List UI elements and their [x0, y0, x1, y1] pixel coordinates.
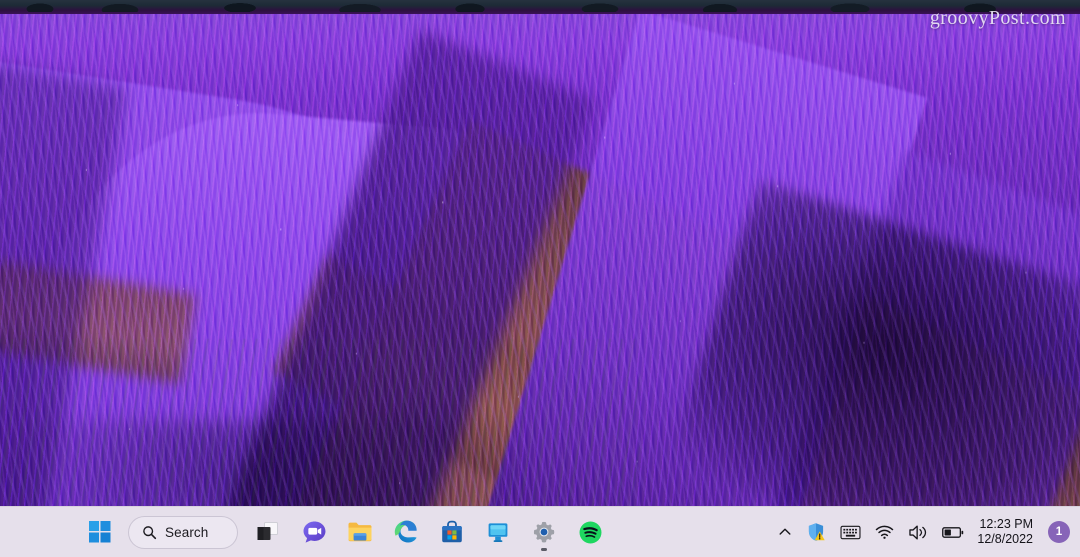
keyboard-icon: [840, 525, 861, 540]
taskbar-item-chat[interactable]: [292, 510, 336, 554]
wallpaper-stems: [0, 339, 640, 509]
notification-badge[interactable]: 1: [1048, 521, 1070, 543]
desktop[interactable]: groovyPost.com: [0, 0, 1080, 557]
chevron-up-icon: [778, 525, 792, 539]
clock[interactable]: 12:23 PM 12/8/2022: [971, 512, 1042, 552]
taskbar-item-microsoft-store[interactable]: [430, 510, 474, 554]
taskbar-item-microsoft-edge[interactable]: [384, 510, 428, 554]
taskbar-item-file-explorer[interactable]: [338, 510, 382, 554]
edge-icon: [393, 519, 419, 545]
speaker-icon: [908, 524, 928, 541]
windows-logo-icon: [89, 521, 111, 543]
taskbar-center-group: Search: [78, 507, 771, 557]
search-label: Search: [165, 524, 209, 540]
clock-time: 12:23 PM: [979, 516, 1033, 531]
gear-icon: [532, 520, 556, 544]
taskbar-item-task-view[interactable]: [246, 510, 290, 554]
clock-date: 12/8/2022: [977, 532, 1033, 546]
active-app-indicator: [541, 548, 547, 551]
monitor-icon: [486, 520, 510, 544]
search-icon: [142, 525, 157, 540]
taskbar-item-display-app[interactable]: [476, 510, 520, 554]
search-input[interactable]: Search: [128, 515, 238, 549]
task-view-icon: [256, 521, 280, 543]
tray-item-volume[interactable]: [901, 512, 935, 552]
tray-item-battery[interactable]: [935, 512, 971, 552]
chat-icon: [302, 520, 327, 545]
system-tray: 12:23 PM 12/8/2022 1: [771, 507, 1080, 557]
spotify-icon: [578, 520, 603, 545]
taskbar[interactable]: Search 12:23 PM 12/8/2022 1: [0, 506, 1080, 557]
watermark: groovyPost.com: [929, 7, 1066, 29]
folder-icon: [347, 520, 373, 544]
store-icon: [440, 520, 464, 544]
start-button[interactable]: [78, 510, 122, 554]
show-hidden-icons-button[interactable]: [771, 512, 799, 552]
shield-warning-icon: [806, 522, 826, 542]
battery-icon: [942, 526, 964, 539]
tray-item-network[interactable]: [868, 512, 901, 552]
wallpaper-treeline: [0, 0, 1080, 12]
tray-item-touch-keyboard[interactable]: [833, 512, 868, 552]
taskbar-item-spotify[interactable]: [568, 510, 612, 554]
wifi-icon: [875, 524, 894, 540]
taskbar-left-spacer: [0, 507, 78, 557]
tray-item-windows-security[interactable]: [799, 512, 833, 552]
taskbar-item-settings[interactable]: [522, 510, 566, 554]
